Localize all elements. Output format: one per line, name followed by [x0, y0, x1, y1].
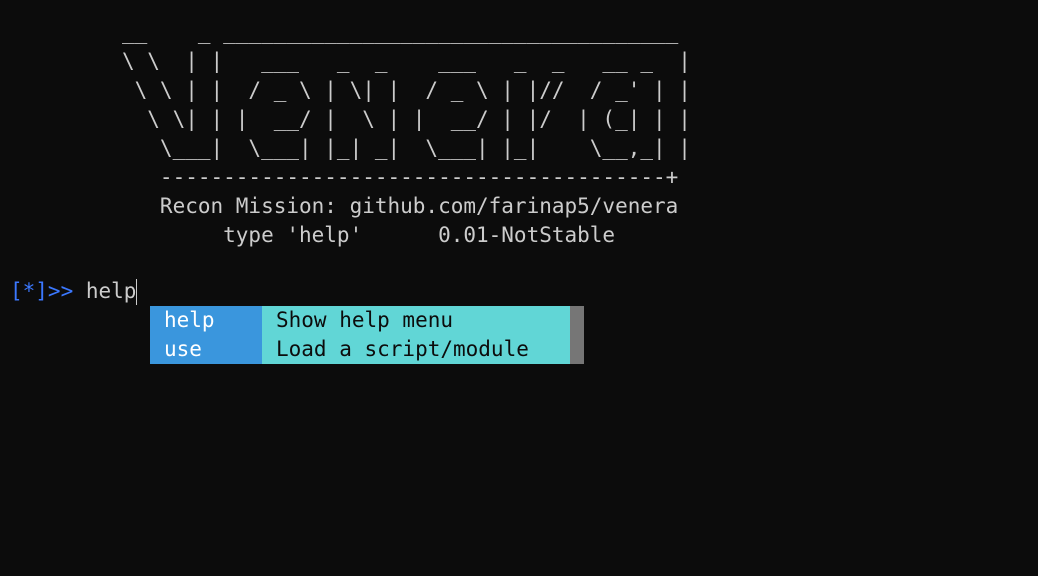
command-input[interactable]: help: [86, 279, 137, 303]
autocomplete-item-help[interactable]: help Show help menu: [150, 306, 570, 335]
autocomplete-command: help: [150, 306, 262, 335]
venera-ascii-banner: __ _ ___________________________________…: [122, 20, 691, 247]
terminal-window[interactable]: __ _ ___________________________________…: [0, 0, 1038, 576]
prompt-symbol: [*]>>: [10, 279, 86, 303]
autocomplete-menu[interactable]: help Show help menu use Load a script/mo…: [150, 306, 584, 364]
autocomplete-description: Load a script/module: [262, 335, 570, 364]
autocomplete-item-use[interactable]: use Load a script/module: [150, 335, 570, 364]
autocomplete-command: use: [150, 335, 262, 364]
command-prompt-line[interactable]: [*]>> help: [10, 277, 138, 306]
autocomplete-description: Show help menu: [262, 306, 570, 335]
autocomplete-scrollbar[interactable]: [570, 306, 584, 364]
text-cursor: [136, 279, 138, 305]
